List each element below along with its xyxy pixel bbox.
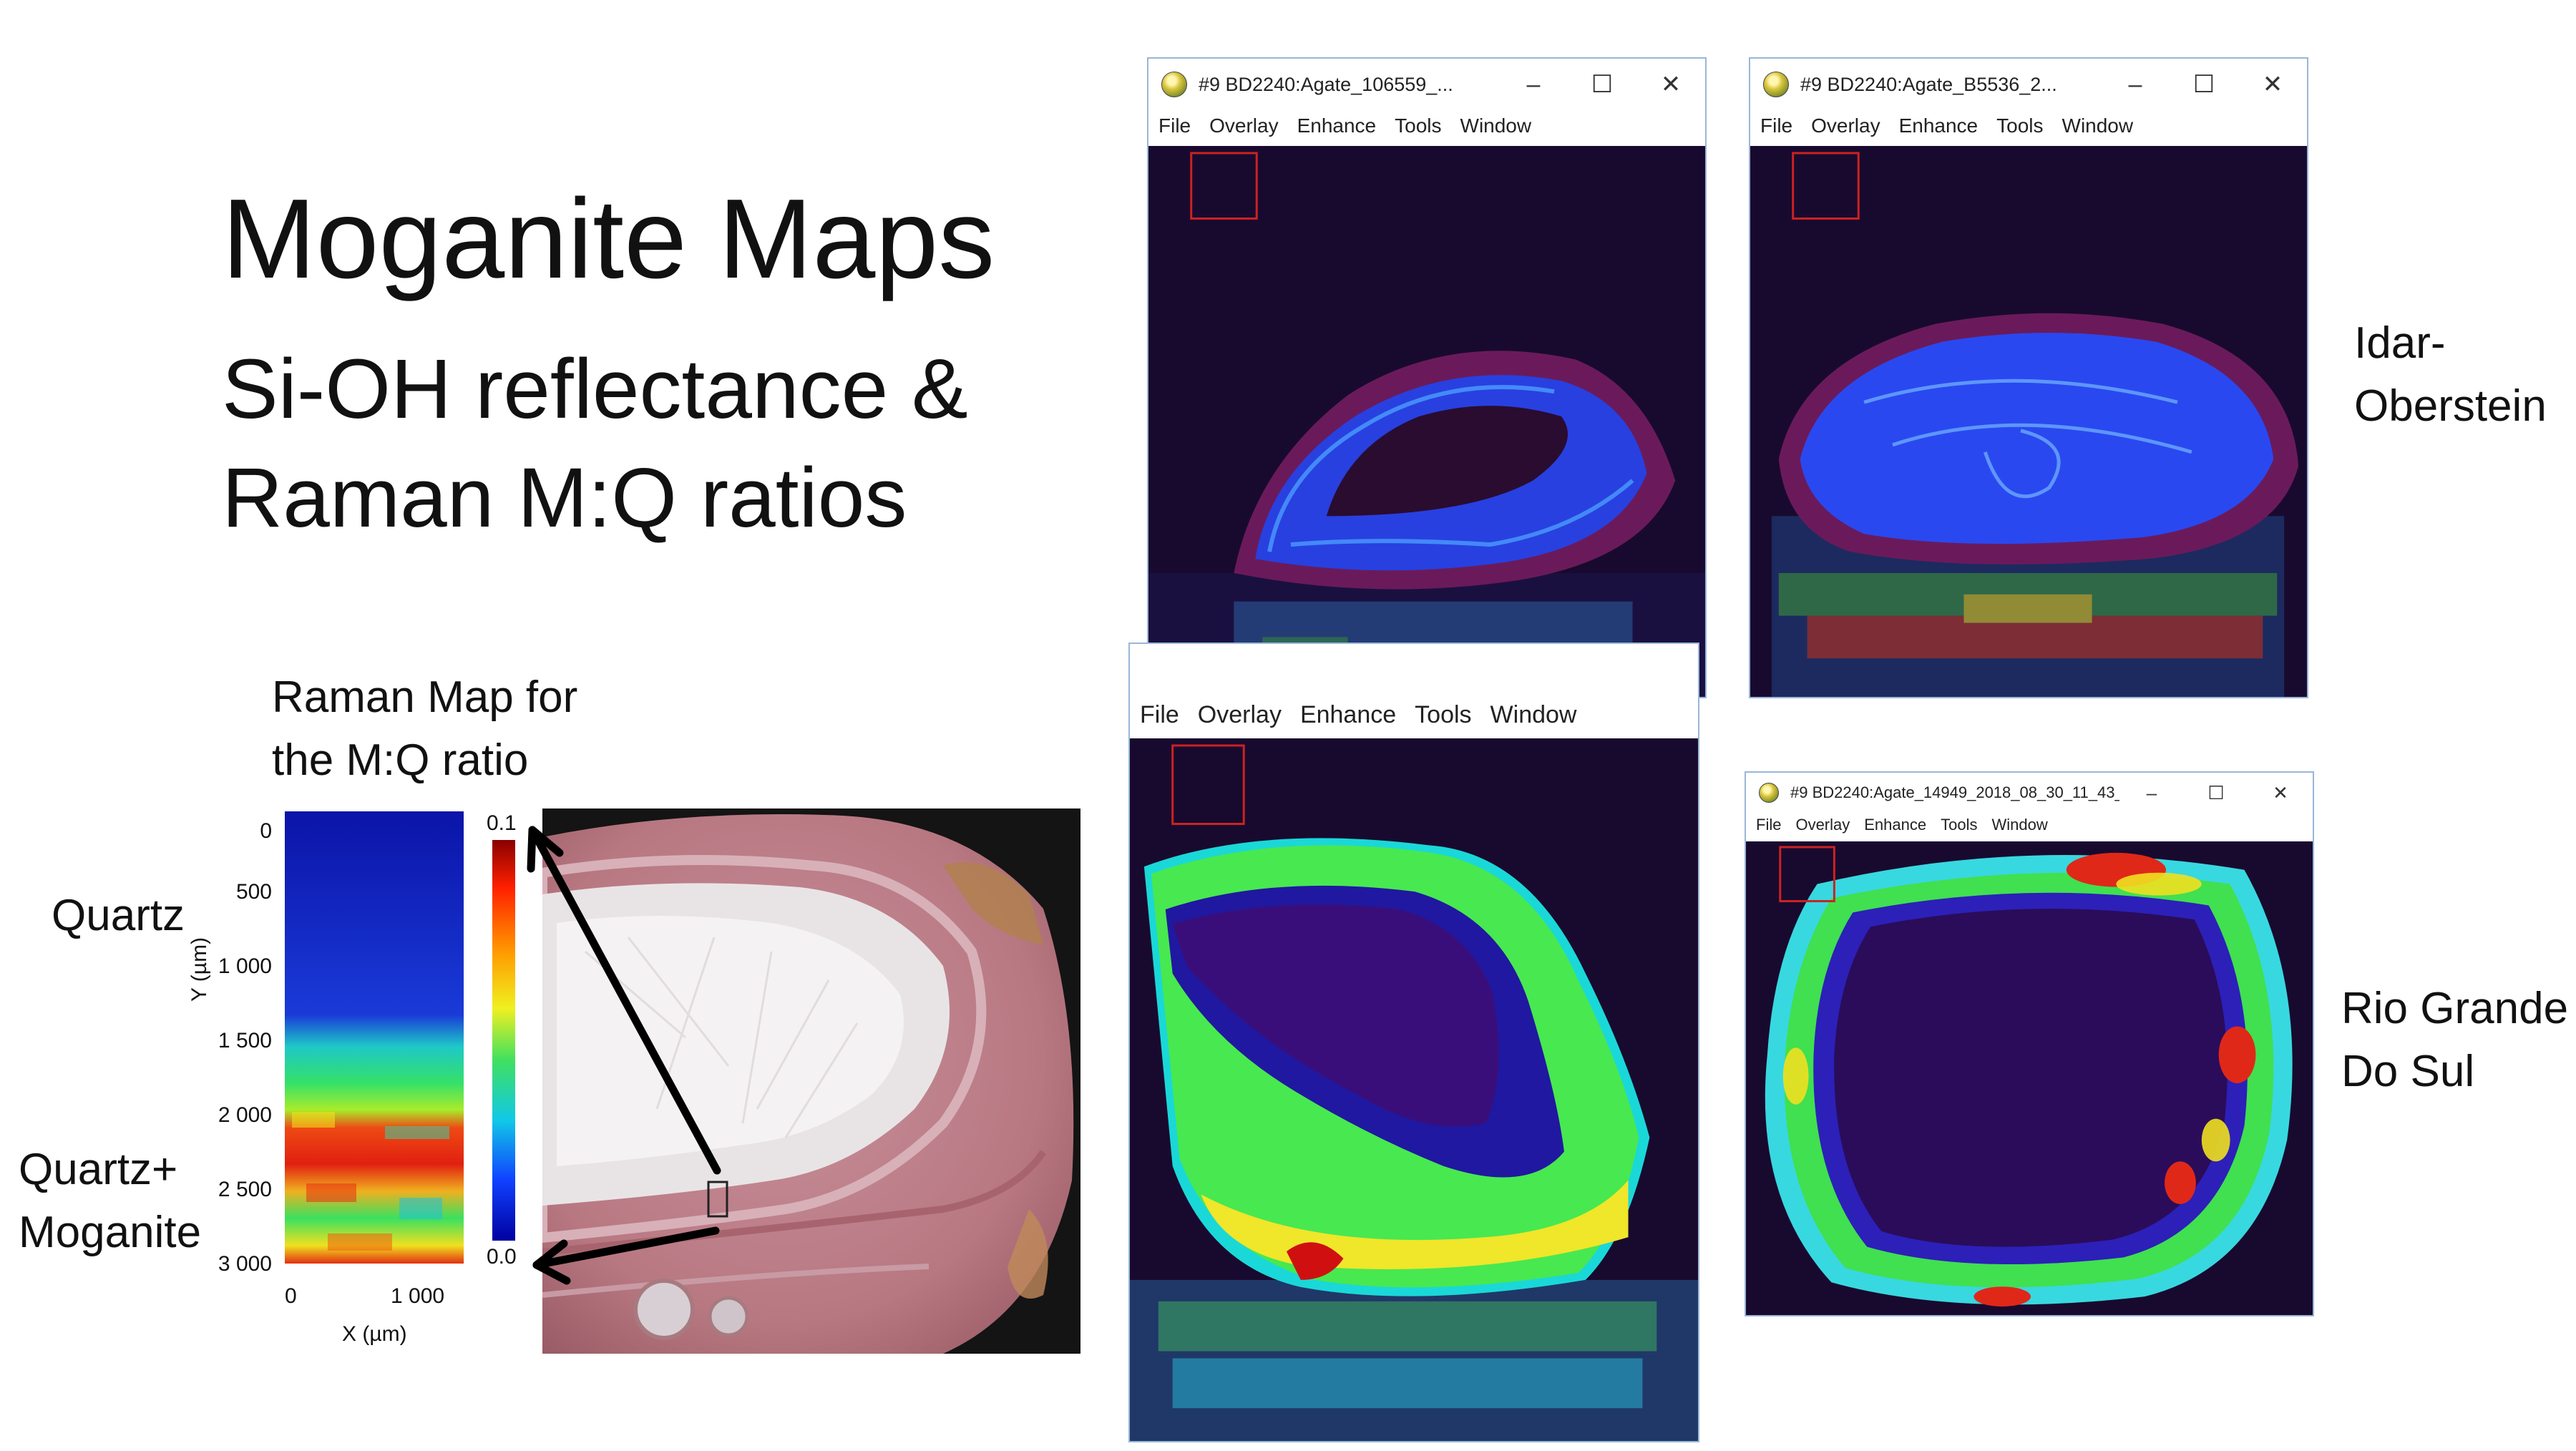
maximize-icon[interactable]: ☐ bbox=[2184, 782, 2248, 804]
menu-file[interactable]: File bbox=[1760, 114, 1792, 137]
reflectance-map-4[interactable] bbox=[1746, 841, 2313, 1315]
image-window-4[interactable]: #9 BD2240:Agate_14949_2018_08_30_11_43_.… bbox=[1745, 771, 2314, 1316]
maximize-icon[interactable]: ☐ bbox=[2170, 70, 2238, 99]
menu-enhance[interactable]: Enhance bbox=[1864, 816, 1926, 834]
menu-enhance[interactable]: Enhance bbox=[1300, 701, 1396, 729]
window-title: #9 BD2240:Agate_106559_... bbox=[1199, 73, 1453, 95]
menu-tools[interactable]: Tools bbox=[1996, 114, 2043, 137]
minimize-icon[interactable]: – bbox=[2119, 782, 2184, 804]
menu-file[interactable]: File bbox=[1158, 114, 1191, 137]
reflectance-map-1[interactable] bbox=[1148, 146, 1705, 697]
menu-overlay[interactable]: Overlay bbox=[1811, 114, 1880, 137]
window-title: #9 BD2240:Agate_14949_2018_08_30_11_43_.… bbox=[1790, 783, 2119, 801]
menu-tools[interactable]: Tools bbox=[1395, 114, 1441, 137]
menu-enhance[interactable]: Enhance bbox=[1297, 114, 1377, 137]
menu-window[interactable]: Window bbox=[1460, 114, 1532, 137]
menu-overlay[interactable]: Overlay bbox=[1795, 816, 1850, 834]
app-globe-icon bbox=[1763, 72, 1789, 97]
menu-tools[interactable]: Tools bbox=[1941, 816, 1977, 834]
close-icon[interactable]: ✕ bbox=[1636, 70, 1705, 99]
image-window-2[interactable]: #9 BD2240:Agate_B5536_2... – ☐ ✕ File Ov… bbox=[1749, 57, 2308, 698]
menu-bar: File Overlay Enhance Tools Window bbox=[1746, 816, 2313, 834]
window-titlebar[interactable]: #9 BD2240:Agate_106559_... – ☐ ✕ bbox=[1148, 59, 1705, 110]
close-icon[interactable]: ✕ bbox=[2238, 70, 2307, 99]
menu-file[interactable]: File bbox=[1756, 816, 1781, 834]
menu-window[interactable]: Window bbox=[1991, 816, 2047, 834]
window-titlebar[interactable]: #9 BD2240:Agate_14949_2018_08_30_11_43_.… bbox=[1746, 773, 2313, 813]
menu-overlay[interactable]: Overlay bbox=[1209, 114, 1278, 137]
reflectance-map-3[interactable] bbox=[1130, 738, 1698, 1441]
menu-bar: File Overlay Enhance Tools Window bbox=[1130, 701, 1698, 729]
menu-tools[interactable]: Tools bbox=[1415, 701, 1471, 729]
app-globe-icon bbox=[1759, 783, 1779, 803]
menu-enhance[interactable]: Enhance bbox=[1899, 114, 1979, 137]
menu-bar: File Overlay Enhance Tools Window bbox=[1750, 114, 2307, 137]
menu-window[interactable]: Window bbox=[2062, 114, 2134, 137]
menu-window[interactable]: Window bbox=[1491, 701, 1577, 729]
image-window-1[interactable]: #9 BD2240:Agate_106559_... – ☐ ✕ File Ov… bbox=[1147, 57, 1707, 698]
maximize-icon[interactable]: ☐ bbox=[1568, 70, 1636, 99]
reflectance-map-2[interactable] bbox=[1750, 146, 2307, 697]
minimize-icon[interactable]: – bbox=[1499, 71, 1568, 99]
window-titlebar[interactable]: #9 BD2240:Agate_B5536_2... – ☐ ✕ bbox=[1750, 59, 2307, 110]
menu-bar: File Overlay Enhance Tools Window bbox=[1148, 114, 1705, 137]
app-globe-icon bbox=[1161, 72, 1187, 97]
close-icon[interactable]: ✕ bbox=[2248, 782, 2313, 804]
minimize-icon[interactable]: – bbox=[2101, 71, 2170, 99]
image-window-3[interactable]: File Overlay Enhance Tools Window bbox=[1128, 643, 1699, 1442]
menu-overlay[interactable]: Overlay bbox=[1198, 701, 1282, 729]
window-title: #9 BD2240:Agate_B5536_2... bbox=[1800, 73, 2057, 95]
menu-file[interactable]: File bbox=[1140, 701, 1179, 729]
